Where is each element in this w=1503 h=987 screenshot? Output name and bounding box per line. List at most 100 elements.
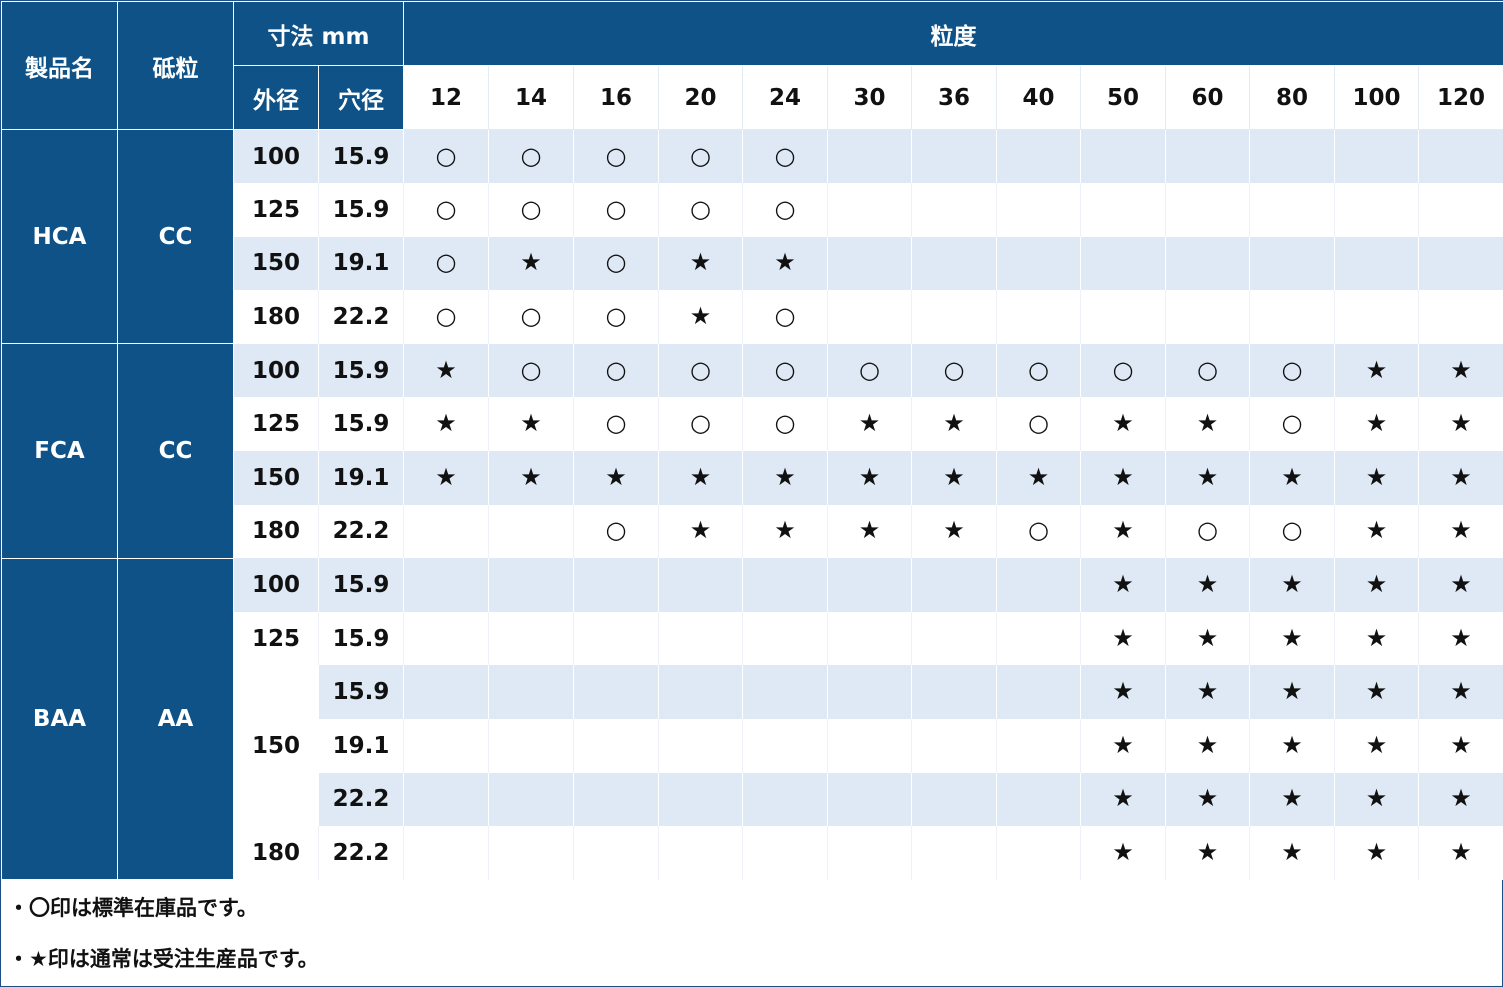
circle-mark-icon: ○ [605,194,627,223]
grit-availability-cell: ○ [573,183,660,237]
bore-diameter-cell: 22.2 [317,772,405,827]
grit-availability-cell [1418,183,1503,237]
grit-availability-cell: ★ [827,451,913,505]
circle-mark-icon: ○ [859,355,880,384]
note-made-to-order: ・★印は通常は受注生産品です。 [8,947,319,971]
circle-mark-icon: ○ [690,409,711,438]
grit-availability-cell: ★ [1080,558,1167,612]
star-mark-icon: ★ [520,409,542,438]
grit-availability-cell: ★ [1418,719,1503,773]
star-mark-icon: ★ [1450,784,1472,813]
circle-mark-icon: ○ [1112,355,1134,384]
outer-diameter-cell: 125 [233,183,319,237]
grit-availability-cell: ★ [1418,343,1503,398]
star-mark-icon: ★ [1365,516,1388,545]
circle-mark-icon: ○ [1197,355,1218,384]
grit-availability-cell: ★ [488,451,575,505]
star-mark-icon: ★ [1196,570,1219,599]
grit-availability-cell: ○ [403,290,490,344]
header-grit-16: 16 [573,65,660,130]
outer-diameter-cell: 100 [233,129,319,184]
star-mark-icon: ★ [520,462,542,491]
grain-cell: AA [117,557,234,881]
grit-availability-cell: ★ [911,451,998,505]
header-grit-14: 14 [488,65,575,130]
grit-availability-cell: ○ [742,183,829,237]
star-mark-icon: ★ [858,409,881,438]
header-grit-100: 100 [1334,65,1420,130]
grit-availability-cell: ★ [1080,504,1167,559]
star-mark-icon: ★ [1196,838,1219,867]
grit-availability-cell: ○ [658,397,744,452]
star-mark-icon: ★ [1196,730,1219,759]
grit-availability-cell [996,183,1082,237]
star-mark-icon: ★ [1450,570,1472,599]
circle-mark-icon: ○ [435,141,457,170]
grit-availability-cell [658,611,744,666]
grit-availability-cell: ★ [658,504,744,559]
grit-availability-cell [1165,129,1251,184]
grit-availability-cell: ★ [658,236,744,291]
grit-availability-cell: ★ [742,451,829,505]
grit-availability-cell: ★ [1165,611,1251,666]
grit-availability-cell [911,719,998,773]
star-mark-icon: ★ [774,462,796,491]
bore-diameter-cell: 19.1 [317,236,405,291]
grit-availability-cell: ★ [403,451,490,505]
bore-diameter-cell: 22.2 [317,826,405,880]
star-mark-icon: ★ [1112,516,1134,545]
grit-availability-cell [573,772,660,827]
grit-availability-cell: ★ [742,504,829,559]
grit-availability-cell [1334,236,1420,291]
grit-availability-cell: ○ [1249,343,1336,398]
grit-availability-cell: ★ [1418,772,1503,827]
star-mark-icon: ★ [689,462,712,491]
circle-mark-icon: ○ [774,302,796,331]
grit-availability-cell [1418,129,1503,184]
grit-availability-cell [827,611,913,666]
circle-mark-icon: ○ [1281,516,1303,545]
product-name-cell: BAA [1,557,118,881]
grit-availability-cell: ★ [1080,719,1167,773]
grit-availability-table: 製品名 砥粒 寸法 mm 粒度 外径 穴径 12 14 16 20 24 30 36 40 50… [1,1,1503,881]
grit-availability-cell [996,772,1082,827]
grit-availability-cell [827,772,913,827]
spec-table-frame: 製品名 砥粒 寸法 mm 粒度 外径 穴径 12 14 16 20 24 30 36 40 50… [0,0,1503,987]
star-mark-icon: ★ [1281,462,1303,491]
circle-mark-icon: ○ [1281,409,1303,438]
grit-availability-cell [911,772,998,827]
star-mark-icon: ★ [1450,623,1472,652]
star-mark-icon: ★ [1196,409,1219,438]
grit-availability-cell: ○ [1165,343,1251,398]
grit-availability-cell: ★ [1080,451,1167,505]
grit-availability-cell: ★ [1418,665,1503,720]
grit-availability-cell [488,558,575,612]
grit-availability-cell [403,611,490,666]
grit-availability-cell [911,558,998,612]
star-mark-icon: ★ [1365,623,1388,652]
grit-availability-cell: ★ [1080,611,1167,666]
grit-availability-cell [911,826,998,880]
grit-availability-cell [488,665,575,720]
grit-availability-cell [403,665,490,720]
circle-mark-icon: ○ [520,302,542,331]
header-grit-120: 120 [1418,65,1503,130]
grit-availability-cell [742,772,829,827]
grit-availability-cell: ★ [1165,558,1251,612]
header-grit-36: 36 [911,65,998,130]
star-mark-icon: ★ [1112,677,1134,706]
grit-availability-cell: ★ [1249,451,1336,505]
header-grit-20: 20 [658,65,744,130]
bore-diameter-cell: 19.1 [317,719,405,773]
star-mark-icon: ★ [1281,730,1303,759]
bore-diameter-cell: 15.9 [317,665,405,720]
grit-availability-cell [996,236,1082,291]
grit-availability-cell: ★ [911,397,998,452]
grit-availability-cell: ★ [827,504,913,559]
star-mark-icon: ★ [1365,355,1388,384]
grit-availability-cell [1249,290,1336,344]
star-mark-icon: ★ [689,302,712,331]
header-outer-diameter: 外径 [233,65,319,130]
grit-availability-cell [827,183,913,237]
star-mark-icon: ★ [1450,677,1472,706]
